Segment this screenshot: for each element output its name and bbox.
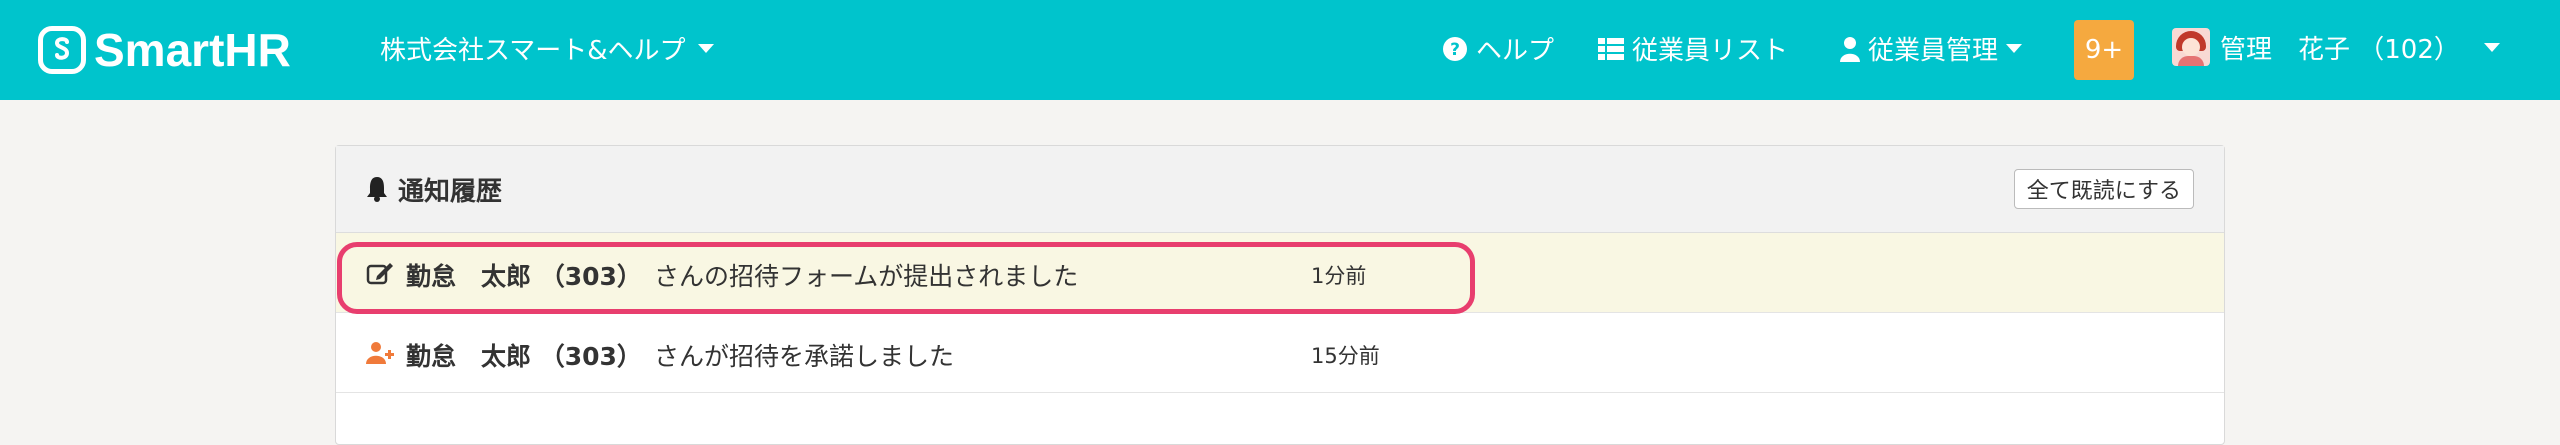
edit-icon [366,263,393,285]
notification-employee-name: 勤怠 太郎 （303） [406,342,642,371]
bell-icon [367,177,387,202]
nav-employee-manage[interactable]: 従業員管理 [1840,30,2023,67]
nav-employee-manage-label: 従業員管理 [1868,36,1999,66]
notification-row[interactable]: 勤怠 太郎 （303） さんの招待フォームが提出されました 1分前 [336,233,2224,313]
list-icon [1598,37,1624,60]
notification-message: さんが招待を承諾しました [654,342,955,371]
nav-help[interactable]: ? ヘルプ [1442,30,1554,67]
panel-title: 通知履歴 [366,171,502,208]
nav-help-label: ヘルプ [1476,36,1555,66]
top-navbar: SmartHR 株式会社スマート&ヘルプ ? ヘルプ 従業員リスト 従業員管理 … [0,0,2560,100]
panel-header: 通知履歴 全て既読にする [336,146,2224,233]
svg-text:?: ? [1450,40,1460,60]
nav-employee-list[interactable]: 従業員リスト [1598,30,1788,67]
logo-mark-icon [38,26,86,74]
smarthr-logo[interactable]: SmartHR [38,24,291,76]
notification-employee-name: 勤怠 太郎 （303） [406,262,642,291]
panel-title-text: 通知履歴 [398,176,503,207]
chevron-down-icon [2006,44,2023,53]
notification-row[interactable]: 勤怠 太郎 （303） さんが招待を承諾しました 15分前 [336,313,2224,393]
company-name: 株式会社スマート&ヘルプ [380,36,686,66]
chevron-down-icon [2483,42,2500,52]
user-menu[interactable]: 管理 花子 （102） [2172,28,2500,66]
mark-all-read-button[interactable]: 全て既読にする [2013,169,2194,209]
notification-badge[interactable]: 9+ [2074,20,2134,80]
user-icon [1840,36,1860,62]
avatar [2172,28,2210,66]
user-plus-icon [366,342,394,364]
user-name: 管理 花子 （102） [2220,34,2460,65]
notification-message: さんの招待フォームが提出されました [654,262,1079,291]
logo-text: SmartHR [94,24,291,76]
nav-employee-list-label: 従業員リスト [1632,36,1789,66]
company-switcher[interactable]: 株式会社スマート&ヘルプ [380,30,714,67]
question-circle-icon: ? [1443,36,1467,61]
notification-panel: 通知履歴 全て既読にする 勤怠 太郎 （303） さんの招待フォームが提出されま… [335,145,2225,445]
chevron-down-icon [697,44,714,53]
notification-time: 15分前 [1311,344,1380,368]
notification-time: 1分前 [1311,264,1367,288]
